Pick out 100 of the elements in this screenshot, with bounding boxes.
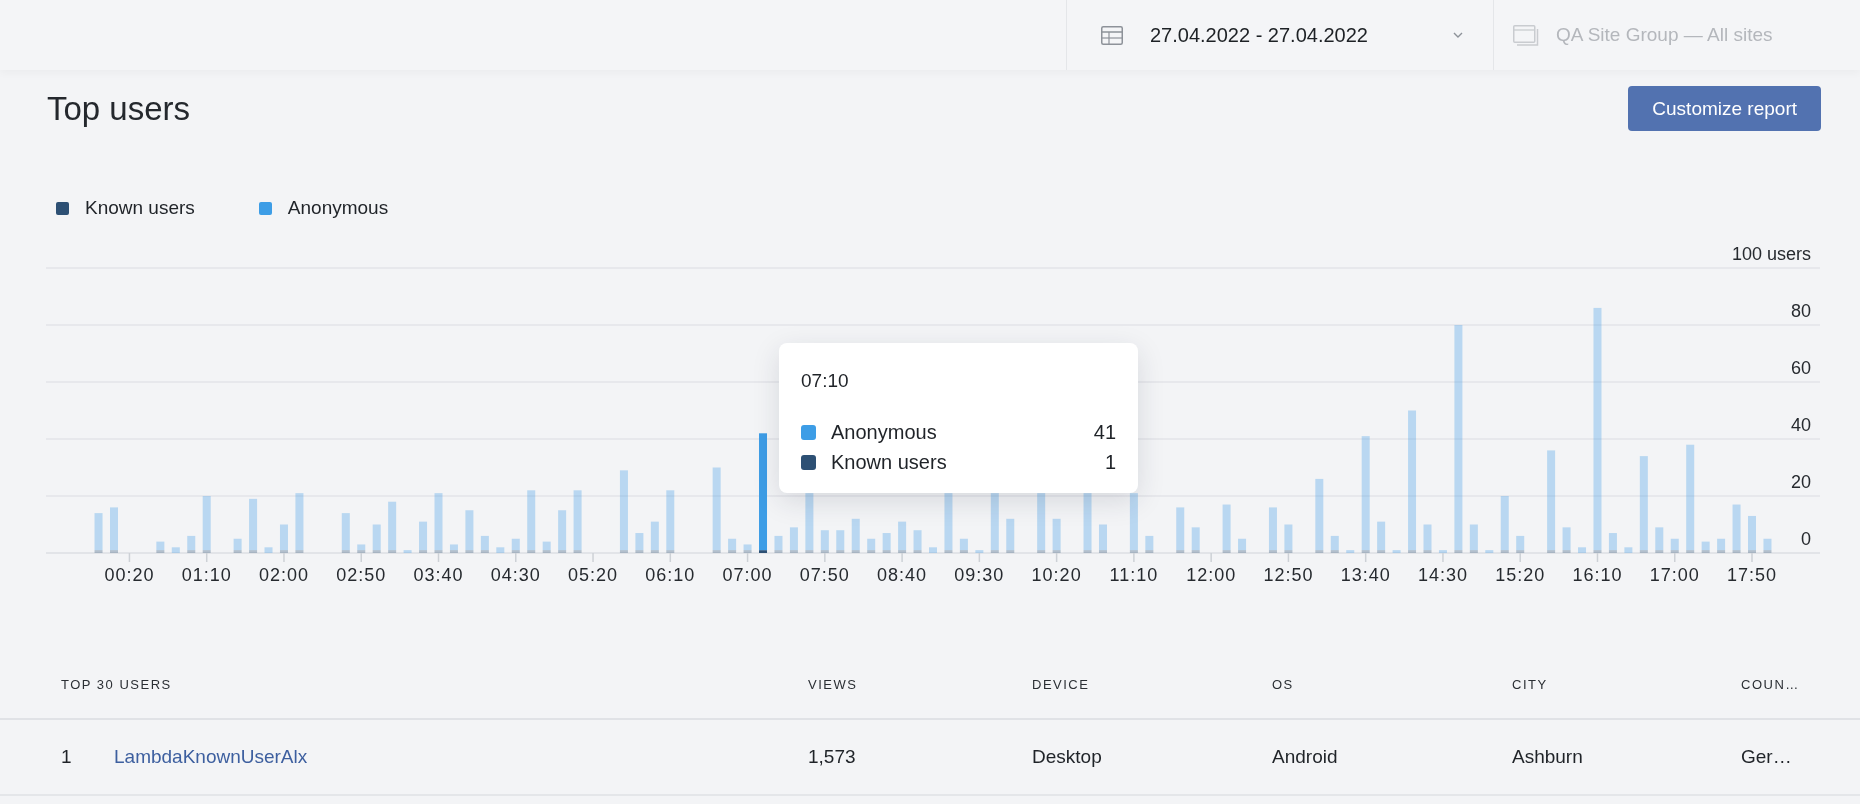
known-users-bar (851, 550, 860, 553)
y-axis-label: 0 (1801, 528, 1811, 549)
anonymous-bar (372, 524, 381, 551)
anonymous-bar (1670, 538, 1679, 551)
x-axis-label: 17:00 (1649, 564, 1700, 585)
anonymous-bar (1748, 515, 1756, 551)
anonymous-bar (1268, 507, 1277, 551)
known-users-bar (1361, 550, 1370, 553)
known-users-bar (1670, 550, 1679, 553)
known-users-bar (743, 550, 752, 553)
known-users-bar (558, 550, 567, 553)
anonymous-bar (882, 533, 891, 551)
anonymous-bar (511, 538, 520, 551)
anonymous-bar (743, 544, 752, 551)
known-users-bar (1701, 550, 1710, 553)
table-cell: 1,573 (808, 746, 856, 768)
known-users-bar (372, 550, 381, 553)
y-axis-label: 100 users (1731, 243, 1811, 264)
anonymous-bar (1083, 493, 1092, 551)
anonymous-bar (820, 530, 829, 551)
x-axis-label: 15:20 (1495, 564, 1546, 585)
anonymous-bar (1717, 538, 1726, 551)
x-axis-label: 13:40 (1340, 564, 1391, 585)
x-axis-label: 05:20 (568, 564, 619, 585)
anonymous-bar (1284, 524, 1293, 551)
x-axis-label: 17:50 (1727, 564, 1778, 585)
anonymous-bar (805, 493, 814, 551)
known-users-bar (1639, 550, 1648, 553)
anonymous-bar (913, 530, 922, 551)
known-users-bar (1686, 550, 1695, 553)
known-users-bar (480, 550, 489, 553)
anonymous-bar (1330, 535, 1339, 551)
known-users-bar (1268, 550, 1277, 553)
anonymous-bar (1423, 524, 1432, 551)
date-range-picker[interactable]: 27.04.2022 - 27.04.2022 (1066, 0, 1494, 70)
known-users-bar (1655, 550, 1664, 553)
anonymous-bar (480, 535, 489, 551)
known-users-bar (1547, 550, 1556, 553)
anonymous-bar (944, 493, 953, 551)
x-axis-label: 09:30 (954, 564, 1005, 585)
known-users-bar (1222, 550, 1231, 553)
known-users-bar (789, 550, 798, 553)
known-users-bar (1377, 550, 1386, 553)
known-users-bar (1562, 550, 1571, 553)
known-users-bar (836, 550, 845, 553)
known-users-bar (1037, 550, 1046, 553)
tooltip-label: Known users (831, 450, 947, 474)
known-users-bar (156, 550, 165, 553)
anonymous-bar (496, 547, 505, 553)
anonymous-bar (388, 501, 397, 551)
tooltip-label: Anonymous (831, 420, 937, 444)
anonymous-bar (1469, 524, 1478, 551)
user-link[interactable]: LambdaKnownUserAlx (114, 746, 308, 768)
known-users-bar (1469, 550, 1478, 553)
known-users-bar (1330, 550, 1339, 553)
anonymous-bar (774, 535, 783, 551)
anonymous-bar (156, 541, 165, 551)
known-users-bar (94, 550, 103, 553)
x-axis-label: 12:50 (1263, 564, 1314, 585)
anonymous-bar (434, 493, 443, 551)
known-users-bar (1145, 550, 1154, 553)
known-users-bar (913, 550, 922, 553)
x-axis-label: 16:10 (1572, 564, 1623, 585)
anonymous-bar (728, 538, 737, 551)
anonymous-bar (403, 550, 412, 553)
x-axis-label: 11:10 (1109, 564, 1159, 585)
anonymous-bar (449, 544, 458, 551)
anonymous-bar (1438, 550, 1447, 553)
anonymous-bar (836, 530, 845, 551)
known-users-bar (110, 550, 118, 553)
known-users-bar (449, 550, 458, 553)
known-users-bar (759, 550, 767, 553)
anonymous-bar (789, 527, 798, 551)
anonymous-bar (1377, 521, 1386, 551)
known-users-bar (820, 550, 829, 553)
customize-report-button[interactable]: Customize report (1628, 86, 1821, 131)
known-users-bar (867, 550, 876, 553)
known-users-bar (635, 550, 644, 553)
column-header: COUN… (1741, 676, 1800, 692)
anonymous-bar (1037, 493, 1046, 551)
table-cell: Ashburn (1512, 746, 1583, 768)
known-users-bar (1500, 550, 1509, 553)
y-axis-label: 20 (1790, 471, 1811, 492)
column-header: TOP 30 USERS (61, 676, 172, 692)
known-users-bar (1454, 550, 1463, 553)
anonymous-bar (1176, 507, 1185, 551)
x-axis-label: 01:10 (181, 564, 232, 585)
anonymous-bar (295, 493, 304, 551)
known-users-bar (295, 550, 304, 553)
known-users-bar (805, 550, 814, 553)
known-users-bar (1176, 550, 1185, 553)
anonymous-bar (249, 498, 258, 551)
anonymous-bar (650, 521, 659, 551)
anonymous-bar (1562, 527, 1571, 551)
anonymous-bar (975, 550, 984, 553)
table-cell: Desktop (1032, 746, 1102, 768)
anonymous-bar (1006, 518, 1015, 551)
known-users-bar (650, 550, 659, 553)
anonymous-bar (1346, 550, 1355, 553)
anonymous-bar (527, 490, 536, 551)
